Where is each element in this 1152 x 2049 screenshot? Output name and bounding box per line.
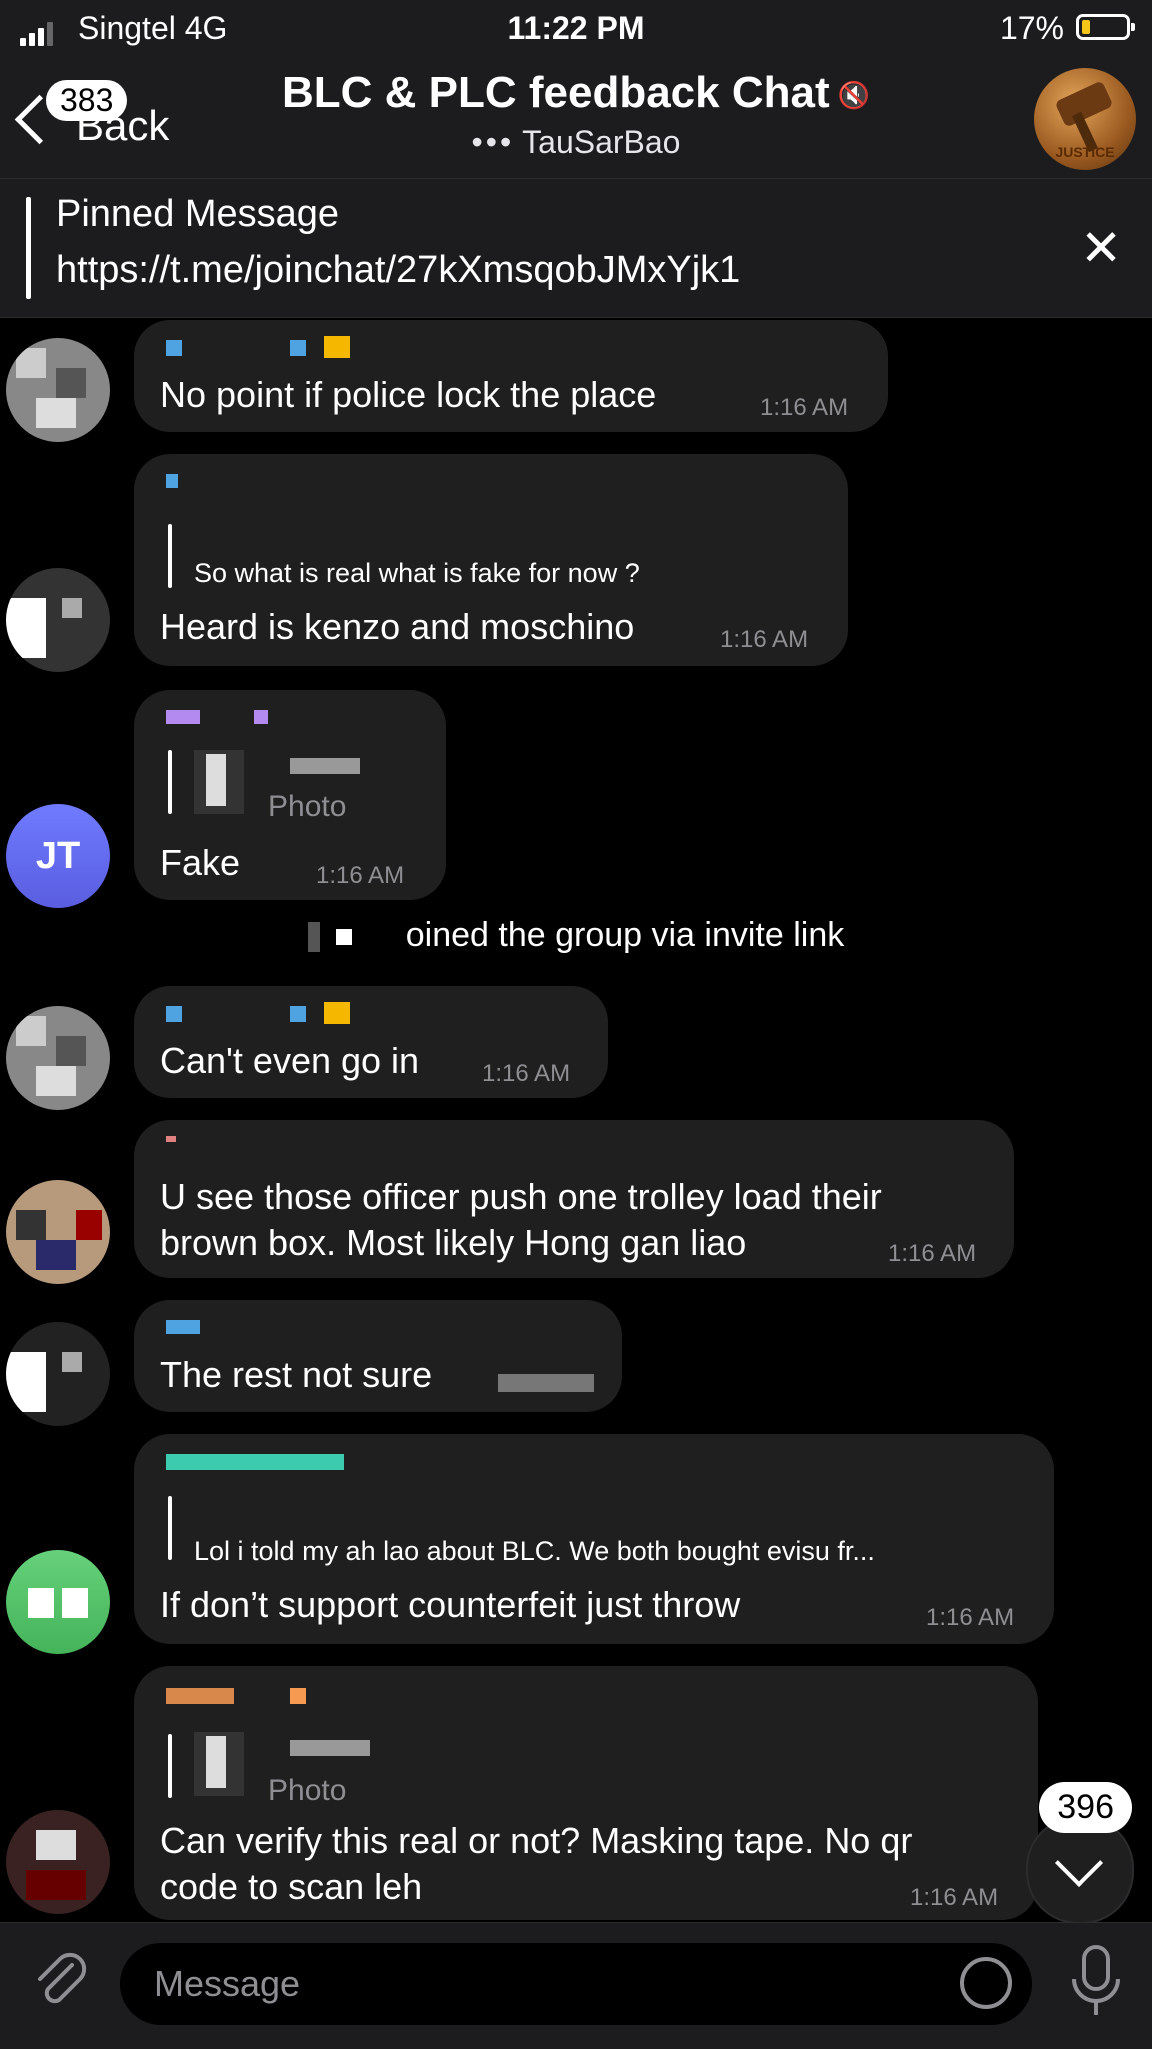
message-bubble[interactable]: Photo Can verify this real or not? Maski… — [134, 1666, 1038, 1920]
pinned-message-bar[interactable]: Pinned Message https://t.me/joinchat/27k… — [0, 179, 1152, 318]
reply-photo-label: Photo — [268, 1774, 347, 1807]
message-bubble[interactable]: So what is real what is fake for now ? H… — [134, 454, 848, 666]
message-text: Heard is kenzo and moschino — [160, 606, 635, 647]
unread-badge: 383 — [46, 80, 128, 121]
message-input[interactable]: Message — [120, 1943, 1032, 2025]
message-time: 1:16 AM — [760, 394, 849, 421]
back-button[interactable]: Back 383 — [14, 80, 198, 168]
status-bar: Singtel 4G 11:22 PM 17% — [0, 0, 1152, 58]
message-time: 1:16 AM — [316, 862, 405, 889]
message-time: 1:16 AM — [888, 1240, 977, 1267]
chat-title-text: BLC & PLC feedback Chat — [281, 68, 830, 117]
mute-icon: 🔇 — [837, 79, 870, 110]
battery-percent: 17% — [999, 10, 1064, 46]
message-bubble[interactable]: The rest not sure — [134, 1300, 622, 1412]
reply-photo-label: Photo — [268, 790, 347, 823]
message-text: No point if police lock the place — [160, 374, 657, 415]
message-text: Fake — [160, 842, 241, 883]
message-time: 1:16 AM — [910, 1884, 999, 1911]
reply-accent-bar — [168, 750, 172, 814]
message-bubble[interactable]: Lol i told my ah lao about BLC. We both … — [134, 1434, 1054, 1644]
message-placeholder: Message — [154, 1963, 301, 2004]
message-bubble[interactable]: No point if police lock the place 1:16 A… — [134, 320, 888, 432]
typing-status: ••• TauSarBao — [240, 124, 912, 161]
reply-accent-bar — [168, 1734, 172, 1798]
avatar[interactable] — [6, 1550, 110, 1654]
avatar[interactable] — [6, 1180, 110, 1284]
avatar[interactable] — [6, 1006, 110, 1110]
avatar[interactable]: JT — [6, 804, 110, 908]
unread-count-badge: 396 — [1039, 1782, 1132, 1833]
close-icon[interactable]: ✕ — [1080, 223, 1122, 273]
typing-user: TauSarBao — [522, 124, 681, 160]
message-time: 1:16 AM — [720, 626, 809, 653]
avatar-logo-text: JUSTICE — [1055, 144, 1115, 160]
pinned-title: Pinned Message — [56, 193, 340, 235]
message-bubble[interactable]: Photo Fake 1:16 AM — [134, 690, 446, 900]
system-message-text: oined the group via invite link — [405, 916, 845, 954]
pinned-accent-bar — [26, 197, 31, 299]
microphone-icon[interactable] — [1064, 1941, 1128, 2021]
message-time-redacted — [498, 1374, 594, 1392]
message-bubble[interactable]: Can't even go in 1:16 AM — [134, 986, 608, 1098]
message-bubble[interactable]: U see those officer push one trolley loa… — [134, 1120, 1014, 1278]
message-time: 1:16 AM — [482, 1060, 571, 1087]
avatar[interactable] — [6, 1322, 110, 1426]
chat-header: Back 383 BLC & PLC feedback Chat 🔇 ••• Tau… — [0, 58, 1152, 179]
reply-accent-bar — [168, 524, 172, 588]
sticker-icon[interactable] — [960, 1957, 1012, 2009]
pinned-text: https://t.me/joinchat/27kXmsqobJMxYjk1 — [56, 249, 741, 291]
reply-text: So what is real what is fake for now ? — [194, 558, 640, 588]
message-text: The rest not sure — [160, 1354, 433, 1395]
message-text: If don’t support counterfeit just throw — [160, 1584, 741, 1625]
message-text: Can verify this real or not? Masking tap… — [160, 1820, 913, 1907]
chevron-down-icon — [1054, 1838, 1104, 1888]
avatar[interactable] — [6, 338, 110, 442]
battery-icon — [1076, 14, 1135, 40]
message-input-bar: Message — [0, 1922, 1152, 2049]
reply-accent-bar — [168, 1496, 172, 1560]
system-message: oined the group via invite link — [0, 916, 1152, 955]
typing-dots-icon: ••• — [471, 124, 515, 160]
message-text: U see those officer push one trolley loa… — [160, 1176, 882, 1263]
reply-text: Lol i told my ah lao about BLC. We both … — [194, 1536, 875, 1566]
avatar[interactable] — [6, 1810, 110, 1914]
chat-title[interactable]: BLC & PLC feedback Chat 🔇 — [240, 68, 912, 118]
paperclip-icon[interactable] — [28, 1949, 90, 2011]
group-avatar[interactable]: JUSTICE — [1034, 68, 1136, 170]
avatar[interactable] — [6, 568, 110, 672]
clock: 11:22 PM — [507, 10, 645, 46]
message-text: Can't even go in — [160, 1040, 420, 1081]
message-time: 1:16 AM — [926, 1604, 1015, 1631]
